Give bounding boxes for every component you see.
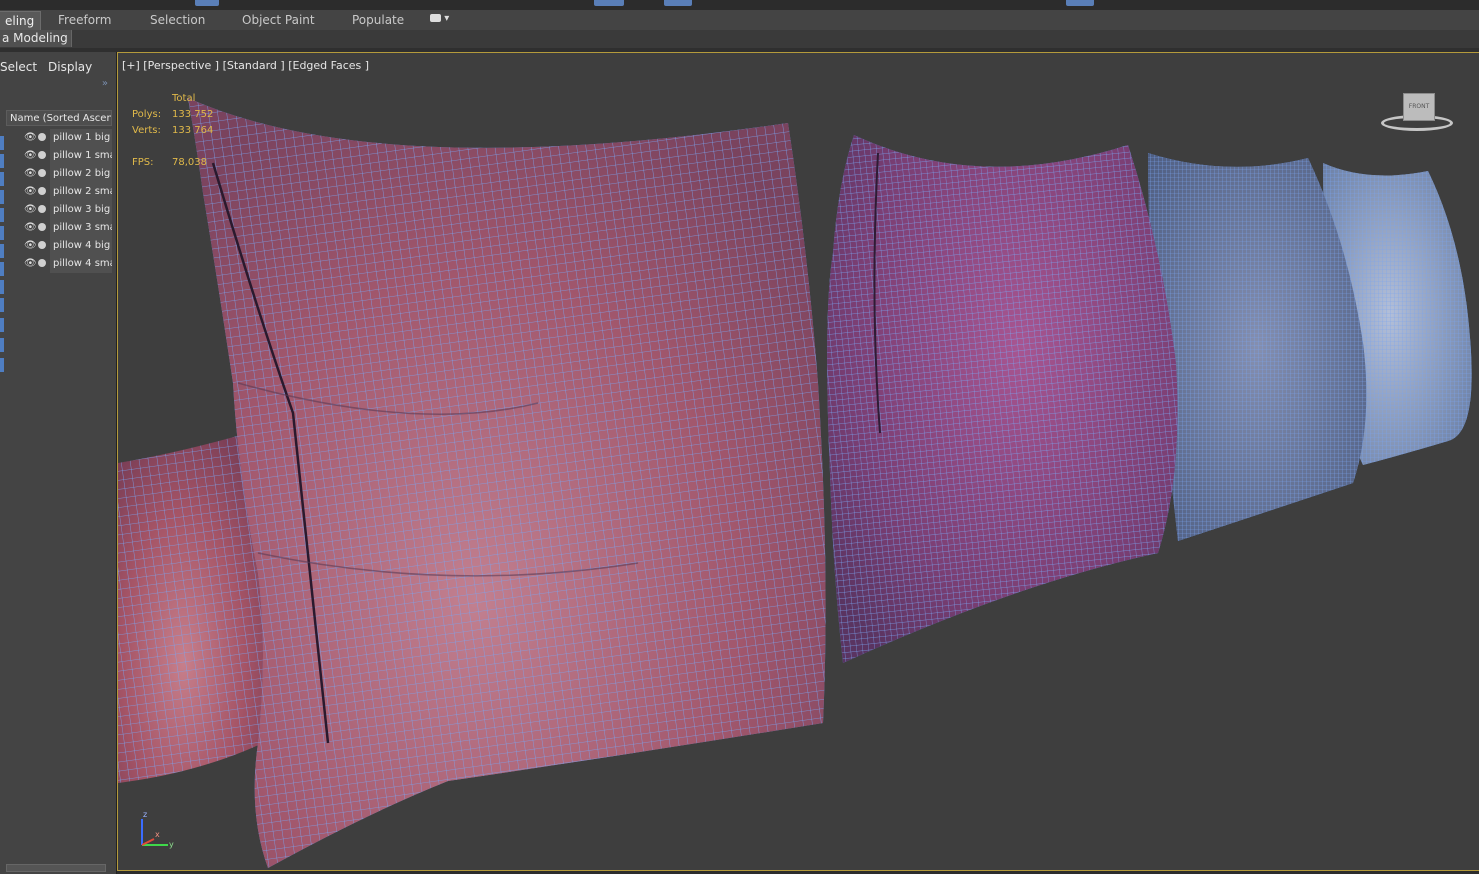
explorer-scrollbar[interactable] bbox=[6, 864, 106, 872]
viewcube[interactable]: FRONT bbox=[1381, 93, 1453, 135]
list-item[interactable]: 👁 pillow 1 big bbox=[24, 129, 112, 147]
filter-button[interactable] bbox=[0, 358, 4, 372]
ribbon-panel-bar: a Modeling bbox=[0, 30, 1479, 49]
axis-label-x: x bbox=[155, 830, 160, 839]
eye-icon[interactable]: 👁 bbox=[24, 237, 37, 255]
stats-verts-value: 133 764 bbox=[172, 125, 214, 136]
pillow-1-mesh[interactable] bbox=[188, 98, 826, 868]
filter-button[interactable] bbox=[0, 136, 4, 150]
freeze-dot-icon[interactable] bbox=[38, 133, 46, 141]
caret-down-icon: ▾ bbox=[444, 13, 450, 24]
list-item[interactable]: 👁pillow 4 small bbox=[24, 255, 112, 273]
tab-selection[interactable]: Selection bbox=[144, 11, 211, 29]
ribbon-display-icon bbox=[430, 14, 441, 22]
eye-icon[interactable]: 👁 bbox=[24, 165, 37, 183]
freeze-dot-icon[interactable] bbox=[38, 205, 46, 213]
ribbon-tab-bar: eling Freeform Selection Object Paint Po… bbox=[0, 10, 1479, 31]
ribbon-options-dropdown[interactable]: ▾ bbox=[430, 13, 452, 25]
list-item[interactable]: 👁pillow 2 small bbox=[24, 183, 112, 201]
statistics-overlay: Total Polys: 133 752 Verts: 133 764 FPS: 78… bbox=[132, 91, 213, 171]
bolster-mesh[interactable] bbox=[118, 433, 264, 783]
eye-icon[interactable]: 👁 bbox=[24, 147, 37, 165]
eye-icon[interactable]: 👁 bbox=[24, 201, 37, 219]
toolbar-button[interactable] bbox=[664, 0, 692, 6]
freeze-dot-icon[interactable] bbox=[38, 187, 46, 195]
scene-explorer: Select Display » Name (Sorted Ascending)… bbox=[0, 52, 117, 874]
filter-button[interactable] bbox=[0, 298, 4, 312]
list-item[interactable]: 👁 pillow 4 big bbox=[24, 237, 112, 255]
filter-button[interactable] bbox=[0, 318, 4, 332]
list-item[interactable]: 👁pillow 3 small bbox=[24, 219, 112, 237]
tab-modeling[interactable]: eling bbox=[0, 11, 42, 30]
explorer-menu-select[interactable]: Select bbox=[0, 60, 37, 74]
eye-icon[interactable]: 👁 bbox=[24, 219, 37, 237]
tab-object-paint[interactable]: Object Paint bbox=[236, 11, 321, 29]
freeze-dot-icon[interactable] bbox=[38, 259, 46, 267]
list-item[interactable]: 👁 pillow 2 big bbox=[24, 165, 112, 183]
freeze-dot-icon[interactable] bbox=[38, 169, 46, 177]
viewcube-face[interactable]: FRONT bbox=[1403, 93, 1435, 121]
viewport-scene[interactable]: z y x bbox=[118, 53, 1479, 871]
filter-button[interactable] bbox=[0, 244, 4, 258]
stats-fps-value: 78,038 bbox=[172, 157, 207, 168]
filter-button[interactable] bbox=[0, 190, 4, 204]
eye-icon[interactable]: 👁 bbox=[24, 129, 37, 147]
axis-gizmo: z y x bbox=[141, 810, 174, 849]
filter-button[interactable] bbox=[0, 172, 4, 186]
polygon-modeling-panel[interactable]: a Modeling bbox=[0, 30, 72, 47]
filter-button[interactable] bbox=[0, 262, 4, 276]
filter-button[interactable] bbox=[0, 226, 4, 240]
stats-fps-label: FPS: bbox=[132, 157, 154, 168]
double-chevron-right-icon[interactable]: » bbox=[102, 78, 108, 89]
pillow-2-mesh[interactable] bbox=[827, 135, 1178, 663]
eye-icon[interactable]: 👁 bbox=[24, 255, 37, 273]
freeze-dot-icon[interactable] bbox=[38, 151, 46, 159]
tab-populate[interactable]: Populate bbox=[346, 11, 410, 29]
filter-button[interactable] bbox=[0, 154, 4, 168]
freeze-dot-icon[interactable] bbox=[38, 223, 46, 231]
explorer-menu-display[interactable]: Display bbox=[48, 60, 92, 74]
stats-polys-label: Polys: bbox=[132, 109, 162, 120]
name-column-header[interactable]: Name (Sorted Ascending) bbox=[6, 110, 112, 126]
eye-icon[interactable]: 👁 bbox=[24, 183, 37, 201]
stats-polys-value: 133 752 bbox=[172, 109, 214, 120]
filter-button[interactable] bbox=[0, 208, 4, 222]
stats-total-label: Total bbox=[172, 93, 196, 104]
toolbar-button[interactable] bbox=[195, 0, 219, 6]
axis-label-z: z bbox=[143, 810, 147, 819]
toolbar-button[interactable] bbox=[1066, 0, 1094, 6]
perspective-viewport[interactable]: z y x [+] [Perspective ] [Standard ] [Ed… bbox=[117, 52, 1479, 871]
stats-verts-label: Verts: bbox=[132, 125, 161, 136]
list-item[interactable]: 👁 pillow 3 big bbox=[24, 201, 112, 219]
filter-button[interactable] bbox=[0, 280, 4, 294]
axis-label-y: y bbox=[169, 840, 174, 849]
viewport-label-menu[interactable]: [+] [Perspective ] [Standard ] [Edged Fa… bbox=[122, 59, 369, 72]
list-item[interactable]: 👁pillow 1 small bbox=[24, 147, 112, 165]
tab-freeform[interactable]: Freeform bbox=[52, 11, 117, 29]
freeze-dot-icon[interactable] bbox=[38, 241, 46, 249]
toolbar-button[interactable] bbox=[594, 0, 624, 6]
filter-button[interactable] bbox=[0, 338, 4, 352]
